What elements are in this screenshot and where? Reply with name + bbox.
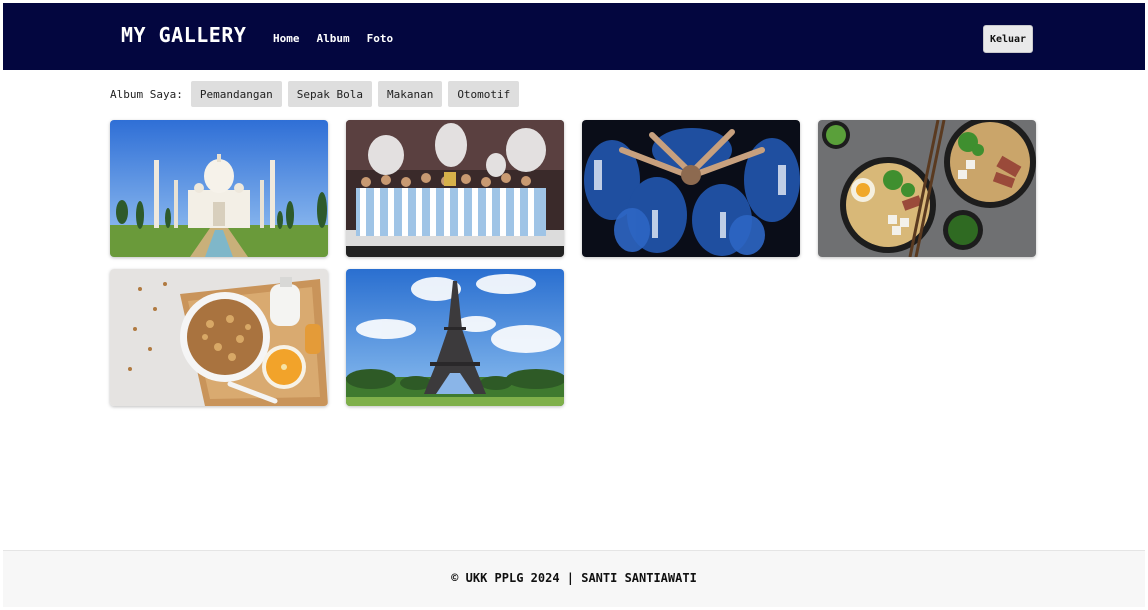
album-filter-bar: Album Saya: Pemandangan Sepak Bola Makan… <box>110 81 520 107</box>
album-button-makanan[interactable]: Makanan <box>377 81 443 107</box>
album-button-pemandangan[interactable]: Pemandangan <box>190 81 282 107</box>
album-button-otomotif[interactable]: Otomotif <box>448 81 520 107</box>
footer-copyright: © UKK PPLG 2024 | SANTI SANTIAWATI <box>451 571 697 585</box>
app-window: MY GALLERY Home Album Foto Keluar Album … <box>3 3 1145 607</box>
navbar: MY GALLERY Home Album Foto Keluar <box>3 3 1145 70</box>
nav-foto-link[interactable]: Foto <box>367 32 394 45</box>
main-nav: Home Album Foto <box>273 32 393 45</box>
photo-card[interactable] <box>582 120 800 257</box>
photo-taj-mahal <box>110 120 328 257</box>
logout-button[interactable]: Keluar <box>983 25 1033 53</box>
photo-card[interactable] <box>818 120 1036 257</box>
album-label: Album Saya: <box>110 87 183 101</box>
nav-home-link[interactable]: Home <box>273 32 300 45</box>
footer: © UKK PPLG 2024 | SANTI SANTIAWATI <box>3 550 1145 607</box>
photo-breakfast <box>110 269 328 406</box>
photo-football-celebration <box>346 120 564 257</box>
nav-album-link[interactable]: Album <box>317 32 350 45</box>
photo-card[interactable] <box>110 269 328 406</box>
photo-card[interactable] <box>110 120 328 257</box>
photo-card[interactable] <box>346 269 564 406</box>
photo-team-huddle <box>582 120 800 257</box>
photo-card[interactable] <box>346 120 564 257</box>
photo-ramen <box>818 120 1036 257</box>
album-button-sepak-bola[interactable]: Sepak Bola <box>287 81 372 107</box>
brand-title[interactable]: MY GALLERY <box>121 23 246 47</box>
photo-eiffel-tower <box>346 269 564 406</box>
